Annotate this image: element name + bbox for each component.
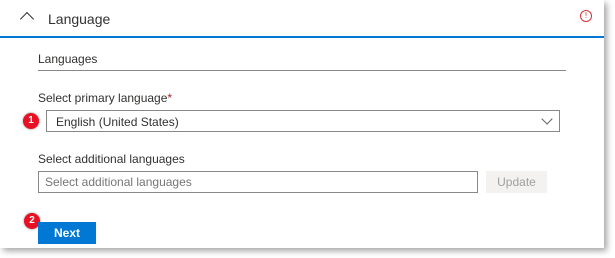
update-button[interactable]: Update — [486, 171, 547, 193]
info-icon: ! — [580, 10, 592, 22]
languages-title: Languages — [38, 52, 98, 66]
additional-languages-input[interactable] — [38, 171, 478, 193]
divider — [38, 70, 566, 71]
additional-languages-label: Select additional languages — [38, 152, 185, 166]
callout-badge-1: 1 — [23, 113, 39, 129]
next-button[interactable]: Next — [38, 222, 96, 244]
required-mark: * — [167, 91, 173, 105]
section-header[interactable]: Language ! — [0, 0, 604, 38]
primary-language-value: English (United States) — [56, 115, 179, 129]
chevron-down-icon — [541, 113, 553, 125]
primary-language-label: Select primary language* — [38, 91, 172, 105]
chevron-up-icon[interactable] — [19, 11, 35, 27]
section-header-title: Language — [48, 11, 111, 27]
primary-language-label-text: Select primary language — [38, 91, 168, 105]
language-panel: Language ! Languages Select primary lang… — [0, 0, 604, 248]
primary-language-select[interactable]: English (United States) — [46, 110, 560, 132]
